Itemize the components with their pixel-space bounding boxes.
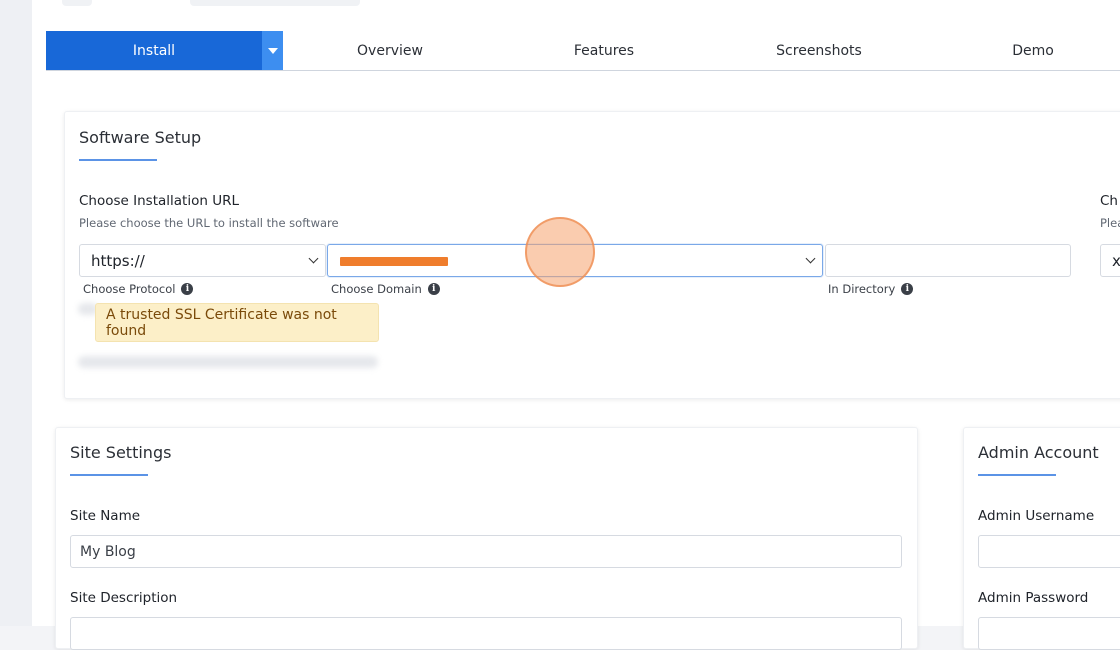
site-description-input[interactable]	[70, 617, 902, 650]
directory-input[interactable]	[825, 244, 1071, 277]
admin-username-label: Admin Username	[978, 508, 1095, 524]
left-rail	[0, 0, 32, 626]
admin-password-input[interactable]	[978, 617, 1120, 650]
site-name-input[interactable]: My Blog	[70, 535, 902, 568]
tab-overview[interactable]: Overview	[290, 31, 490, 70]
admin-password-label: Admin Password	[978, 590, 1089, 606]
admin-account-title: Admin Account	[978, 443, 1099, 462]
software-setup-title: Software Setup	[79, 128, 202, 147]
info-icon[interactable]: i	[901, 283, 914, 295]
protocol-value: https://	[91, 251, 145, 270]
redacted-domain	[340, 257, 448, 266]
site-settings-title: Site Settings	[70, 443, 172, 462]
tab-features[interactable]: Features	[504, 31, 704, 70]
ssl-warning-tooltip: A trusted SSL Certificate was not found	[95, 303, 379, 342]
header-fragment	[62, 0, 92, 6]
directory-caption-text: In Directory	[828, 282, 896, 296]
caret-down-icon	[267, 47, 278, 54]
site-name-label: Site Name	[70, 508, 141, 524]
section-underline	[70, 474, 148, 476]
section-underline	[978, 474, 1056, 476]
protocol-caption: Choose Protocol i	[83, 282, 194, 296]
tab-screenshots[interactable]: Screenshots	[719, 31, 919, 70]
chevron-down-icon	[805, 253, 816, 264]
admin-username-input[interactable]	[978, 535, 1120, 568]
protocol-caption-text: Choose Protocol	[83, 282, 176, 296]
right-column-hint: Plea	[1100, 216, 1120, 230]
section-underline	[79, 159, 157, 161]
domain-caption: Choose Domain i	[331, 282, 440, 296]
blurred-content	[78, 356, 378, 368]
chevron-down-icon	[308, 253, 319, 264]
right-select-value: x	[1112, 251, 1120, 270]
tab-install[interactable]: Install	[46, 31, 262, 70]
protocol-select[interactable]: https://	[79, 244, 326, 277]
site-description-label: Site Description	[70, 590, 178, 606]
domain-caption-text: Choose Domain	[331, 282, 422, 296]
tab-demo[interactable]: Demo	[933, 31, 1120, 70]
right-column-select[interactable]: x	[1100, 244, 1120, 277]
install-url-hint: Please choose the URL to install the sof…	[79, 216, 339, 230]
tab-bar: Install Overview Features Screenshots De…	[46, 31, 1120, 71]
right-column-label: Ch	[1100, 193, 1118, 209]
directory-caption: In Directory i	[828, 282, 914, 296]
header-fragment	[190, 0, 360, 6]
info-icon[interactable]: i	[181, 283, 194, 295]
click-indicator	[525, 217, 595, 287]
install-dropdown-toggle[interactable]	[262, 31, 283, 70]
install-url-label: Choose Installation URL	[79, 193, 239, 209]
info-icon[interactable]: i	[427, 283, 440, 295]
